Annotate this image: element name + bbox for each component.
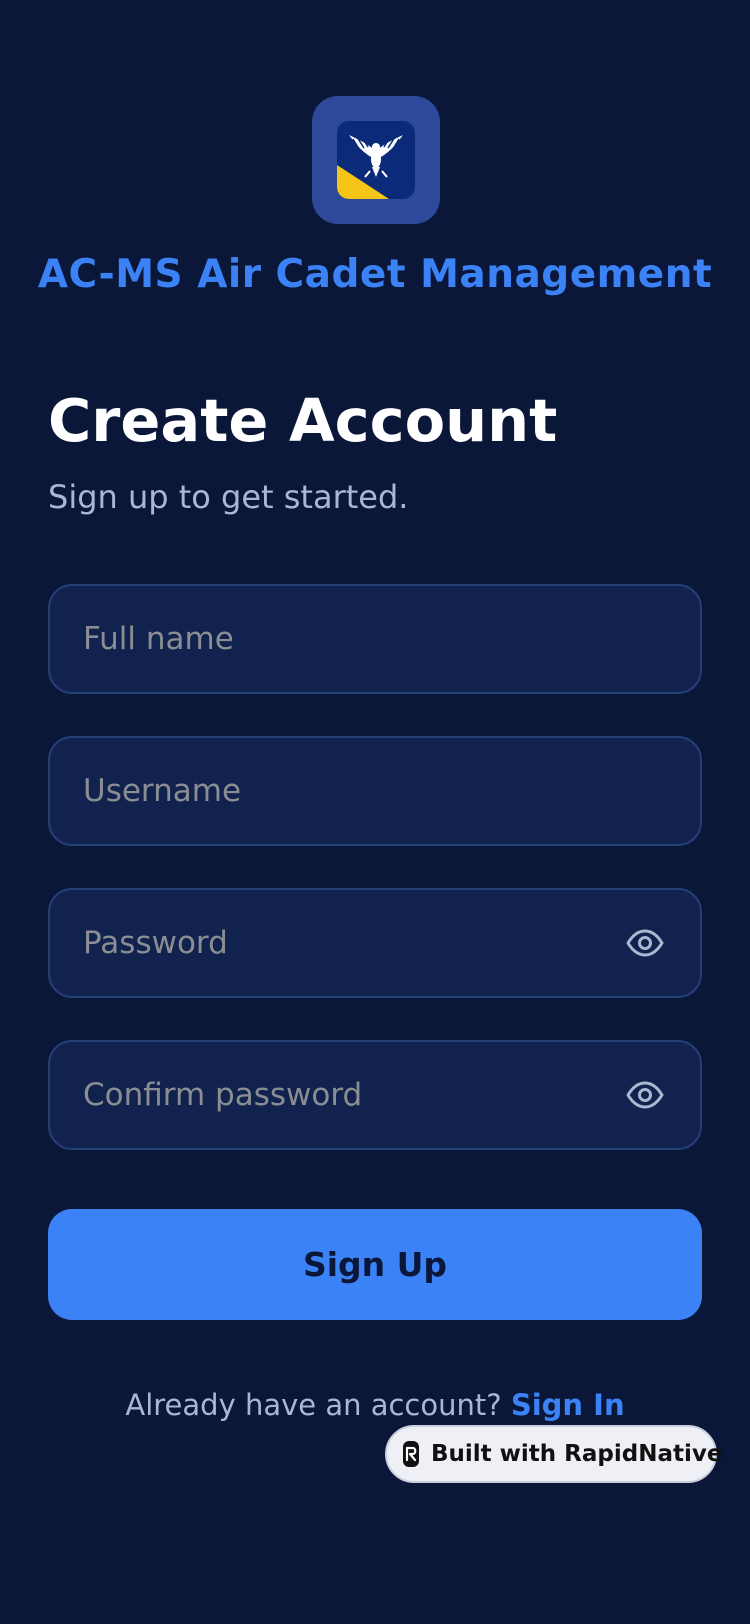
full-name-input[interactable] — [50, 586, 700, 692]
username-input[interactable] — [50, 738, 700, 844]
page-title: Create Account — [48, 386, 558, 455]
full-name-field — [48, 584, 702, 694]
built-with-label: Built with RapidNative — [431, 1441, 723, 1467]
username-field — [48, 736, 702, 846]
sign-in-link[interactable]: Sign In — [511, 1388, 625, 1422]
sign-in-prompt-text: Already have an account? — [125, 1388, 502, 1422]
app-name: AC-MS Air Cadet Management — [37, 252, 713, 297]
sign-up-button[interactable]: Sign Up — [48, 1209, 702, 1320]
eye-icon — [626, 1081, 664, 1109]
password-field — [48, 888, 702, 998]
app-logo — [312, 96, 440, 224]
password-visibility-toggle[interactable] — [623, 921, 667, 965]
rapidnative-logo-icon — [403, 1441, 419, 1467]
confirm-password-input[interactable] — [50, 1042, 623, 1148]
password-input[interactable] — [50, 890, 623, 996]
page-subtitle: Sign up to get started. — [48, 478, 409, 516]
eye-icon — [626, 929, 664, 957]
confirm-password-field — [48, 1040, 702, 1150]
sign-in-prompt-row: Already have an account? Sign In — [0, 1384, 750, 1426]
confirm-password-visibility-toggle[interactable] — [623, 1073, 667, 1117]
eagle-emblem-icon — [337, 121, 415, 199]
built-with-badge[interactable]: Built with RapidNative — [385, 1425, 722, 1483]
